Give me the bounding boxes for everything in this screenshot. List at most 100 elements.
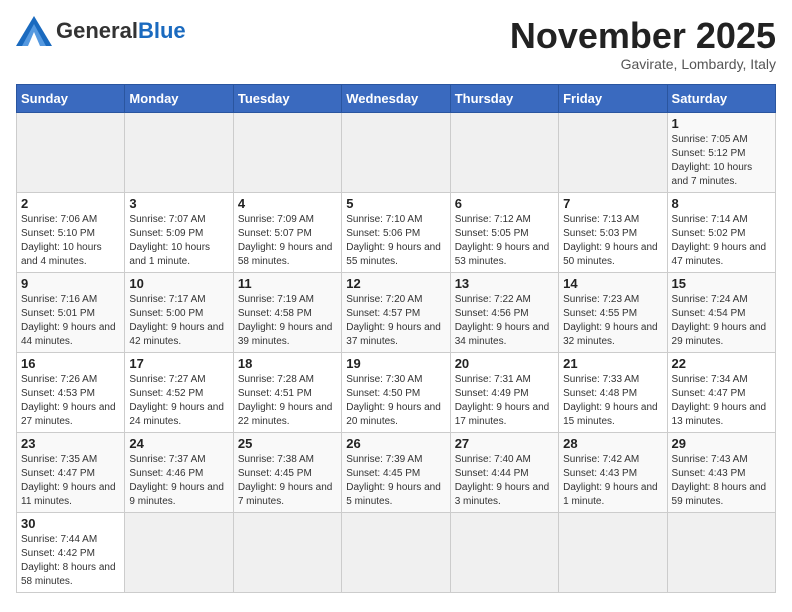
day-cell: 10 Sunrise: 7:17 AM Sunset: 5:00 PM Dayli… [125,272,233,352]
day-cell [342,512,450,592]
day-number: 19 [346,356,445,371]
day-number: 2 [21,196,120,211]
day-cell: 23 Sunrise: 7:35 AM Sunset: 4:47 PM Dayli… [17,432,125,512]
day-number: 13 [455,276,554,291]
day-number: 26 [346,436,445,451]
day-info: Sunrise: 7:31 AM Sunset: 4:49 PM Dayligh… [455,373,554,429]
day-info: Sunrise: 7:43 AM Sunset: 4:43 PM Dayligh… [672,453,771,509]
week-row-4: 23 Sunrise: 7:35 AM Sunset: 4:47 PM Dayli… [17,432,776,512]
weekday-header-thursday: Thursday [450,84,558,112]
day-cell: 20 Sunrise: 7:31 AM Sunset: 4:49 PM Dayli… [450,352,558,432]
day-cell: 21 Sunrise: 7:33 AM Sunset: 4:48 PM Dayli… [559,352,667,432]
day-info: Sunrise: 7:12 AM Sunset: 5:05 PM Dayligh… [455,213,554,269]
day-number: 14 [563,276,662,291]
day-cell [342,112,450,192]
weekday-header-tuesday: Tuesday [233,84,341,112]
day-info: Sunrise: 7:07 AM Sunset: 5:09 PM Dayligh… [129,213,228,269]
day-info: Sunrise: 7:20 AM Sunset: 4:57 PM Dayligh… [346,293,445,349]
day-cell: 27Sunrise: 7:40 AM Sunset: 4:44 PM Dayli… [450,432,558,512]
day-number: 12 [346,276,445,291]
day-cell: 4Sunrise: 7:09 AM Sunset: 5:07 PM Daylig… [233,192,341,272]
month-title: November 2025 [510,16,776,56]
day-cell: 8 Sunrise: 7:14 AM Sunset: 5:02 PM Daylig… [667,192,775,272]
header: GeneralBlue November 2025 Gavirate, Lomb… [16,16,776,72]
day-cell [233,112,341,192]
day-cell [450,512,558,592]
day-info: Sunrise: 7:13 AM Sunset: 5:03 PM Dayligh… [563,213,662,269]
day-number: 3 [129,196,228,211]
day-cell: 7Sunrise: 7:13 AM Sunset: 5:03 PM Daylig… [559,192,667,272]
day-info: Sunrise: 7:22 AM Sunset: 4:56 PM Dayligh… [455,293,554,349]
calendar-table: SundayMondayTuesdayWednesdayThursdayFrid… [16,84,776,593]
logo-text-blue: Blue [138,18,186,43]
day-cell: 25 Sunrise: 7:38 AM Sunset: 4:45 PM Dayli… [233,432,341,512]
day-number: 20 [455,356,554,371]
day-info: Sunrise: 7:24 AM Sunset: 4:54 PM Dayligh… [672,293,771,349]
week-row-3: 16Sunrise: 7:26 AM Sunset: 4:53 PM Dayli… [17,352,776,432]
day-info: Sunrise: 7:16 AM Sunset: 5:01 PM Dayligh… [21,293,120,349]
day-info: Sunrise: 7:33 AM Sunset: 4:48 PM Dayligh… [563,373,662,429]
location-title: Gavirate, Lombardy, Italy [510,56,776,72]
weekday-header-monday: Monday [125,84,233,112]
day-number: 11 [238,276,337,291]
day-number: 23 [21,436,120,451]
week-row-2: 9 Sunrise: 7:16 AM Sunset: 5:01 PM Daylig… [17,272,776,352]
day-cell [17,112,125,192]
day-number: 27 [455,436,554,451]
weekday-header-saturday: Saturday [667,84,775,112]
day-info: Sunrise: 7:42 AM Sunset: 4:43 PM Dayligh… [563,453,662,509]
day-number: 24 [129,436,228,451]
day-info: Sunrise: 7:35 AM Sunset: 4:47 PM Dayligh… [21,453,120,509]
day-cell [125,512,233,592]
week-row-5: 30Sunrise: 7:44 AM Sunset: 4:42 PM Dayli… [17,512,776,592]
day-number: 15 [672,276,771,291]
day-cell: 6Sunrise: 7:12 AM Sunset: 5:05 PM Daylig… [450,192,558,272]
day-cell: 14 Sunrise: 7:23 AM Sunset: 4:55 PM Dayli… [559,272,667,352]
day-cell: 26 Sunrise: 7:39 AM Sunset: 4:45 PM Dayli… [342,432,450,512]
day-info: Sunrise: 7:14 AM Sunset: 5:02 PM Dayligh… [672,213,771,269]
day-cell: 29 Sunrise: 7:43 AM Sunset: 4:43 PM Dayli… [667,432,775,512]
day-cell [450,112,558,192]
day-cell [559,112,667,192]
day-number: 29 [672,436,771,451]
day-cell [125,112,233,192]
day-number: 30 [21,516,120,531]
day-cell: 24 Sunrise: 7:37 AM Sunset: 4:46 PM Dayli… [125,432,233,512]
day-info: Sunrise: 7:37 AM Sunset: 4:46 PM Dayligh… [129,453,228,509]
weekday-header-sunday: Sunday [17,84,125,112]
day-number: 28 [563,436,662,451]
logo: GeneralBlue [16,16,186,46]
day-cell [559,512,667,592]
day-number: 21 [563,356,662,371]
day-number: 17 [129,356,228,371]
day-info: Sunrise: 7:34 AM Sunset: 4:47 PM Dayligh… [672,373,771,429]
day-number: 25 [238,436,337,451]
day-cell: 22 Sunrise: 7:34 AM Sunset: 4:47 PM Dayli… [667,352,775,432]
day-cell: 30Sunrise: 7:44 AM Sunset: 4:42 PM Dayli… [17,512,125,592]
day-cell [667,512,775,592]
day-cell: 12 Sunrise: 7:20 AM Sunset: 4:57 PM Dayli… [342,272,450,352]
day-number: 4 [238,196,337,211]
day-cell: 9 Sunrise: 7:16 AM Sunset: 5:01 PM Daylig… [17,272,125,352]
day-number: 9 [21,276,120,291]
day-info: Sunrise: 7:17 AM Sunset: 5:00 PM Dayligh… [129,293,228,349]
day-info: Sunrise: 7:39 AM Sunset: 4:45 PM Dayligh… [346,453,445,509]
day-number: 8 [672,196,771,211]
day-number: 22 [672,356,771,371]
day-info: Sunrise: 7:10 AM Sunset: 5:06 PM Dayligh… [346,213,445,269]
day-number: 1 [672,116,771,131]
day-info: Sunrise: 7:23 AM Sunset: 4:55 PM Dayligh… [563,293,662,349]
day-cell: 16Sunrise: 7:26 AM Sunset: 4:53 PM Dayli… [17,352,125,432]
day-number: 5 [346,196,445,211]
day-info: Sunrise: 7:06 AM Sunset: 5:10 PM Dayligh… [21,213,120,269]
day-info: Sunrise: 7:38 AM Sunset: 4:45 PM Dayligh… [238,453,337,509]
day-cell: 1Sunrise: 7:05 AM Sunset: 5:12 PM Daylig… [667,112,775,192]
day-number: 10 [129,276,228,291]
day-cell: 28 Sunrise: 7:42 AM Sunset: 4:43 PM Dayli… [559,432,667,512]
day-number: 18 [238,356,337,371]
week-row-1: 2 Sunrise: 7:06 AM Sunset: 5:10 PM Daylig… [17,192,776,272]
title-area: November 2025 Gavirate, Lombardy, Italy [510,16,776,72]
generalblue-logo-icon [16,16,52,46]
week-row-0: 1Sunrise: 7:05 AM Sunset: 5:12 PM Daylig… [17,112,776,192]
day-cell: 5 Sunrise: 7:10 AM Sunset: 5:06 PM Daylig… [342,192,450,272]
